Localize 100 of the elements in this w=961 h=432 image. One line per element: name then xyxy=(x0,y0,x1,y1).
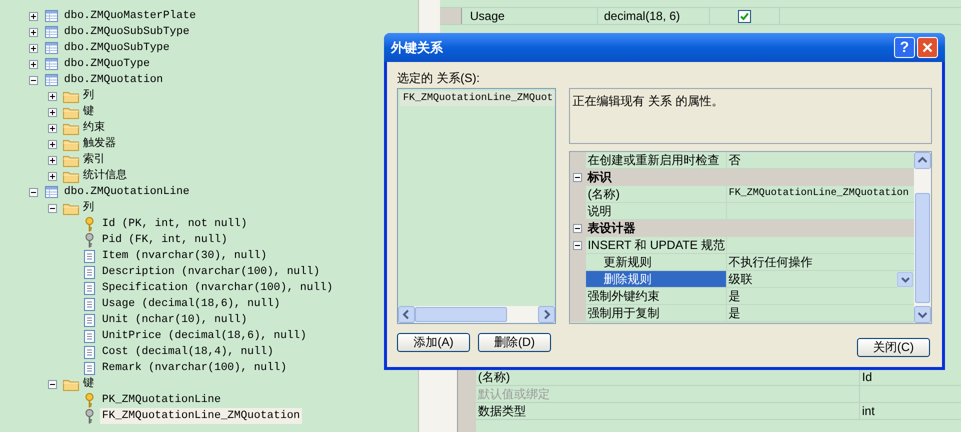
tree-item[interactable]: 统计信息 xyxy=(81,168,129,184)
expander-icon[interactable] xyxy=(28,188,38,196)
vertical-scrollbar[interactable] xyxy=(914,152,931,323)
tree-item[interactable]: 触发器 xyxy=(81,136,118,152)
table-icon xyxy=(45,186,58,198)
tree-item[interactable]: dbo.ZMQuoMasterPlate xyxy=(62,8,198,24)
scroll-up-icon[interactable] xyxy=(914,152,931,169)
expander-icon[interactable] xyxy=(28,76,38,84)
checkbox[interactable] xyxy=(738,10,751,22)
tree-item[interactable]: 列 xyxy=(81,88,96,104)
property-value[interactable]: 是 xyxy=(726,305,914,322)
tree-item[interactable]: dbo.ZMQuoSubType xyxy=(62,40,172,56)
help-button[interactable]: ? xyxy=(894,37,915,58)
scroll-thumb[interactable] xyxy=(915,193,930,303)
property-value[interactable]: 不执行任何操作 xyxy=(726,254,914,271)
tree-item[interactable]: PK_ZMQuotationLine xyxy=(100,392,223,408)
tree-item[interactable]: 键 xyxy=(81,376,96,392)
table-cell: Usage xyxy=(462,8,598,24)
tree-item[interactable]: Specification (nvarchar(100), null) xyxy=(100,280,336,296)
table-icon xyxy=(45,74,58,86)
tree-item[interactable]: Cost (decimal(18,4), null) xyxy=(100,344,276,360)
scroll-down-icon[interactable] xyxy=(914,306,931,323)
dialog-button[interactable]: 关闭(C) xyxy=(857,338,930,357)
expander-icon[interactable] xyxy=(48,108,56,116)
property-value[interactable]: 级联 xyxy=(726,271,897,288)
tree-item[interactable]: Unit (nchar(10), null) xyxy=(100,312,250,328)
column-icon xyxy=(84,298,95,310)
expander-icon[interactable] xyxy=(48,380,56,388)
window-title: 外键关系 xyxy=(391,38,444,57)
dropdown-button[interactable] xyxy=(897,272,913,287)
expander-icon[interactable] xyxy=(48,156,56,164)
expander-icon[interactable] xyxy=(573,173,582,182)
close-icon xyxy=(922,42,933,53)
list-item[interactable]: FK_ZMQuotationLine_ZMQuot xyxy=(400,91,555,106)
table-icon xyxy=(45,42,58,54)
key-icon xyxy=(85,392,94,408)
folder-icon xyxy=(62,106,78,118)
scroll-left-icon[interactable] xyxy=(398,306,415,323)
tree-item[interactable]: 索引 xyxy=(81,152,107,168)
expander-icon[interactable] xyxy=(28,60,38,68)
expander-icon[interactable] xyxy=(48,92,56,100)
horizontal-scrollbar[interactable] xyxy=(398,306,555,323)
category-label: 表设计器 xyxy=(586,220,636,237)
expander-icon[interactable] xyxy=(48,172,56,180)
tree-item[interactable]: Id (PK, int, not null) xyxy=(100,216,250,232)
column-icon xyxy=(84,362,95,374)
table-icon xyxy=(45,26,58,38)
close-button[interactable] xyxy=(917,37,938,58)
scroll-thumb[interactable] xyxy=(415,307,507,322)
expander-icon[interactable] xyxy=(48,140,56,148)
tree-item[interactable]: 约束 xyxy=(81,120,107,136)
tree-item[interactable]: dbo.ZMQuotation xyxy=(62,72,166,88)
column-icon xyxy=(84,266,95,278)
folder-icon xyxy=(62,202,78,214)
folder-icon xyxy=(62,138,78,150)
tree-item[interactable]: 键 xyxy=(81,104,96,120)
tree-item[interactable]: dbo.ZMQuoSubSubType xyxy=(62,24,192,40)
table-icon xyxy=(45,10,58,22)
column-icon xyxy=(84,314,95,326)
tree-item[interactable]: Description (nvarchar(100), null) xyxy=(100,264,322,280)
tree-item[interactable]: Pid (FK, int, null) xyxy=(100,232,230,248)
expander-icon[interactable] xyxy=(573,241,582,250)
dialog-button[interactable]: 删除(D) xyxy=(478,333,551,352)
tree-item[interactable]: Usage (decimal(18,6), null) xyxy=(100,296,282,312)
tree-item[interactable]: 列 xyxy=(81,200,96,216)
tree-item[interactable]: Item (nvarchar(30), null) xyxy=(100,248,270,264)
expander-icon[interactable] xyxy=(573,224,582,233)
chevron-down-icon xyxy=(900,276,910,282)
property-name[interactable]: 删除规则 xyxy=(586,271,727,288)
description-text: 正在编辑现有 关系 的属性。 xyxy=(572,94,724,108)
column-icon xyxy=(84,250,95,262)
tree-item[interactable]: Remark (nvarchar(100), null) xyxy=(100,360,289,376)
column-icon xyxy=(84,330,95,342)
property-value[interactable]: 是 xyxy=(726,288,914,305)
property-name[interactable]: (名称) xyxy=(586,186,727,203)
tree-item[interactable]: UnitPrice (decimal(18,6), null) xyxy=(100,328,309,344)
key-icon xyxy=(85,232,94,248)
expander-icon[interactable] xyxy=(48,204,56,212)
tree-item[interactable]: dbo.ZMQuotationLine xyxy=(62,184,192,200)
property-value: Id xyxy=(862,370,872,384)
expander-icon[interactable] xyxy=(28,28,38,36)
property-name: 默认值或绑定 xyxy=(476,386,860,402)
expander-icon[interactable] xyxy=(28,44,38,52)
tree-item[interactable]: FK_ZMQuotationLine_ZMQuotation xyxy=(100,408,302,424)
scroll-right-icon[interactable] xyxy=(538,306,555,323)
property-name[interactable]: 强制用于复制 xyxy=(586,305,727,322)
dialog-button[interactable]: 添加(A) xyxy=(397,333,470,352)
expander-icon[interactable] xyxy=(48,124,56,132)
tree-item[interactable]: dbo.ZMQuoType xyxy=(62,56,152,72)
folder-icon xyxy=(62,154,78,166)
expander-icon[interactable] xyxy=(28,12,38,20)
folder-icon xyxy=(62,122,78,134)
list-label: 选定的 关系(S): xyxy=(397,70,481,87)
property-name[interactable]: 强制外键约束 xyxy=(586,288,727,305)
property-value: int xyxy=(862,404,875,418)
folder-icon xyxy=(62,378,78,390)
column-icon xyxy=(84,282,95,294)
property-name[interactable]: INSERT 和 UPDATE 规范 xyxy=(586,237,727,254)
property-value[interactable]: FK_ZMQuotationLine_ZMQuotation xyxy=(726,186,914,203)
table-cell: decimal(18, 6) xyxy=(598,8,710,24)
